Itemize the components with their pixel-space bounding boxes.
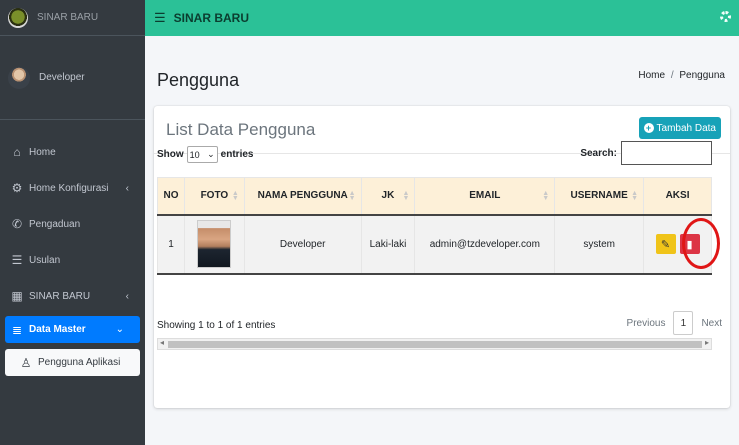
- user-outline-icon: ♙: [20, 355, 32, 370]
- action-group: ✎ ▮: [644, 218, 721, 269]
- sidebar-item-label: Usulan: [29, 254, 61, 266]
- chevron-down-icon: ⌄: [115, 324, 124, 335]
- column-header-username[interactable]: USERNAME ▲ ▼: [554, 177, 645, 216]
- cell-email: admin@tzdeveloper.com: [414, 214, 556, 275]
- cell-username: system: [554, 214, 645, 275]
- highlight-circle: [682, 218, 721, 269]
- sidebar-item-label: Pengguna Aplikasi: [38, 357, 121, 368]
- sidebar-nav: ⌂ Home ⚙ Home Konfigurasi ‹ ✆ Pengaduan …: [0, 120, 145, 376]
- sort-icon: ▲ ▼: [631, 190, 639, 202]
- column-header-foto[interactable]: FOTO ▲ ▼: [183, 177, 245, 216]
- cell-no: 1: [157, 214, 185, 275]
- show-suffix: entries: [220, 149, 254, 160]
- breadcrumb: Home / Pengguna: [638, 70, 725, 81]
- sidebar-item-home-konfigurasi[interactable]: ⚙ Home Konfigurasi ‹: [0, 170, 145, 206]
- search-input[interactable]: [621, 141, 712, 165]
- sort-icon: ▲ ▼: [348, 190, 356, 202]
- sidebar-item-label: SINAR BARU: [29, 290, 91, 302]
- sidebar-item-label: Home: [29, 146, 56, 158]
- building-icon: ▦: [11, 289, 23, 303]
- add-data-button[interactable]: + Tambah Data: [638, 117, 721, 139]
- table-header-row: NO FOTO ▲ ▼ NAMA PENGGUNA ▲ ▼ JK ▲ ▼ EMAIL ▲ ▼ U…: [157, 177, 712, 216]
- cell-foto: [183, 214, 245, 275]
- column-label: AKSI: [665, 190, 690, 202]
- sidebar-item-sinar-baru[interactable]: ▦ SINAR BARU ‹: [0, 278, 145, 314]
- scroll-right-icon[interactable]: ▸: [705, 338, 709, 347]
- menu-icon[interactable]: ☰: [154, 10, 166, 26]
- breadcrumb-home[interactable]: Home: [638, 70, 665, 81]
- sidebar-item-data-master[interactable]: ≣ Data Master ⌄: [5, 316, 140, 343]
- column-header-nama[interactable]: NAMA PENGGUNA ▲ ▼: [243, 177, 362, 216]
- sidebar-item-home[interactable]: ⌂ Home: [0, 134, 145, 170]
- next-button[interactable]: Next: [693, 318, 730, 329]
- entries-select-value: 10: [189, 149, 200, 160]
- table-row: 1 Developer Laki-laki admin@tzdeveloper.…: [157, 214, 721, 275]
- column-header-no[interactable]: NO: [157, 177, 185, 216]
- cell-aksi: ✎ ▮: [643, 214, 721, 275]
- table-info: Showing 1 to 1 of 1 entries: [157, 320, 276, 331]
- user-panel[interactable]: Developer: [0, 36, 145, 120]
- brand-name: SINAR BARU: [37, 12, 99, 23]
- cell-nama: Developer: [243, 214, 362, 275]
- user-photo: [197, 220, 232, 268]
- database-icon: ≣: [11, 322, 23, 337]
- chevron-down-icon: ⌄: [207, 149, 215, 159]
- topbar-title: SINAR BARU: [173, 11, 249, 25]
- column-label: JK: [381, 190, 395, 202]
- sort-icon: ▲ ▼: [542, 190, 550, 202]
- scroll-left-icon[interactable]: ◂: [160, 338, 164, 347]
- cogs-icon: ⚙: [11, 181, 23, 195]
- breadcrumb-current: Pengguna: [679, 70, 725, 81]
- add-data-label: Tambah Data: [656, 122, 716, 134]
- previous-button[interactable]: Previous: [619, 318, 674, 329]
- phone-icon: ✆: [11, 217, 23, 231]
- brand-link[interactable]: SINAR BARU: [0, 0, 145, 36]
- column-label: EMAIL: [469, 190, 501, 202]
- cell-jk: Laki-laki: [360, 214, 416, 275]
- column-label: FOTO: [200, 190, 229, 202]
- scrollbar-thumb[interactable]: [168, 341, 702, 348]
- main-content: Pengguna Home / Pengguna List Data Pengg…: [145, 36, 739, 445]
- sidebar: SINAR BARU Developer ⌂ Home ⚙ Home Konfi…: [0, 0, 145, 445]
- sidebar-item-label: Pengaduan: [29, 218, 81, 230]
- sort-icon: ▲ ▼: [402, 190, 410, 202]
- column-label: NAMA PENGGUNA: [257, 190, 348, 202]
- entries-length: Show 10 ⌄ entries: [157, 146, 253, 163]
- card-title: List Data Pengguna: [166, 120, 316, 139]
- page-button-current[interactable]: 1: [673, 311, 694, 335]
- home-icon: ⌂: [13, 145, 21, 159]
- chevron-left-icon: ‹: [125, 290, 129, 302]
- user-table: NO FOTO ▲ ▼ NAMA PENGGUNA ▲ ▼ JK ▲ ▼ EMAIL ▲ ▼ U…: [157, 177, 721, 275]
- brand-logo-icon: [8, 7, 28, 28]
- column-header-aksi[interactable]: AKSI: [643, 177, 712, 216]
- topbar: ☰ SINAR BARU: [145, 0, 739, 36]
- horizontal-scrollbar[interactable]: ◂ ▸: [157, 338, 712, 350]
- sidebar-subitem-pengguna-aplikasi[interactable]: ♙ Pengguna Aplikasi: [5, 349, 140, 376]
- sidebar-item-usulan[interactable]: ☰ Usulan: [0, 242, 145, 278]
- column-header-email[interactable]: EMAIL ▲ ▼: [414, 177, 556, 216]
- show-prefix: Show: [157, 149, 184, 160]
- column-label: USERNAME: [570, 190, 628, 202]
- sidebar-item-pengaduan[interactable]: ✆ Pengaduan: [0, 206, 145, 242]
- user-name: Developer: [39, 72, 85, 83]
- breadcrumb-separator: /: [670, 70, 674, 81]
- edit-icon: ✎: [660, 238, 671, 251]
- avatar: [8, 66, 30, 89]
- pagination: Previous 1 Next: [619, 311, 730, 335]
- table-controls: Show 10 ⌄ entries Search:: [157, 141, 712, 165]
- page-title: Pengguna: [157, 70, 240, 90]
- sidebar-item-label: Home Konfigurasi: [29, 182, 109, 194]
- table-search: Search:: [580, 141, 712, 165]
- column-label: NO: [163, 190, 179, 202]
- plus-circle-icon: +: [643, 123, 654, 133]
- gear-icon[interactable]: [720, 11, 731, 22]
- list-icon: ☰: [11, 253, 23, 267]
- entries-select[interactable]: 10 ⌄: [186, 146, 218, 163]
- chevron-left-icon: ‹: [125, 182, 129, 194]
- column-header-jk[interactable]: JK ▲ ▼: [360, 177, 416, 216]
- sort-icon: ▲ ▼: [231, 190, 239, 202]
- edit-button[interactable]: ✎: [655, 234, 676, 254]
- sidebar-item-label: Data Master: [29, 324, 86, 335]
- search-label: Search:: [580, 147, 617, 159]
